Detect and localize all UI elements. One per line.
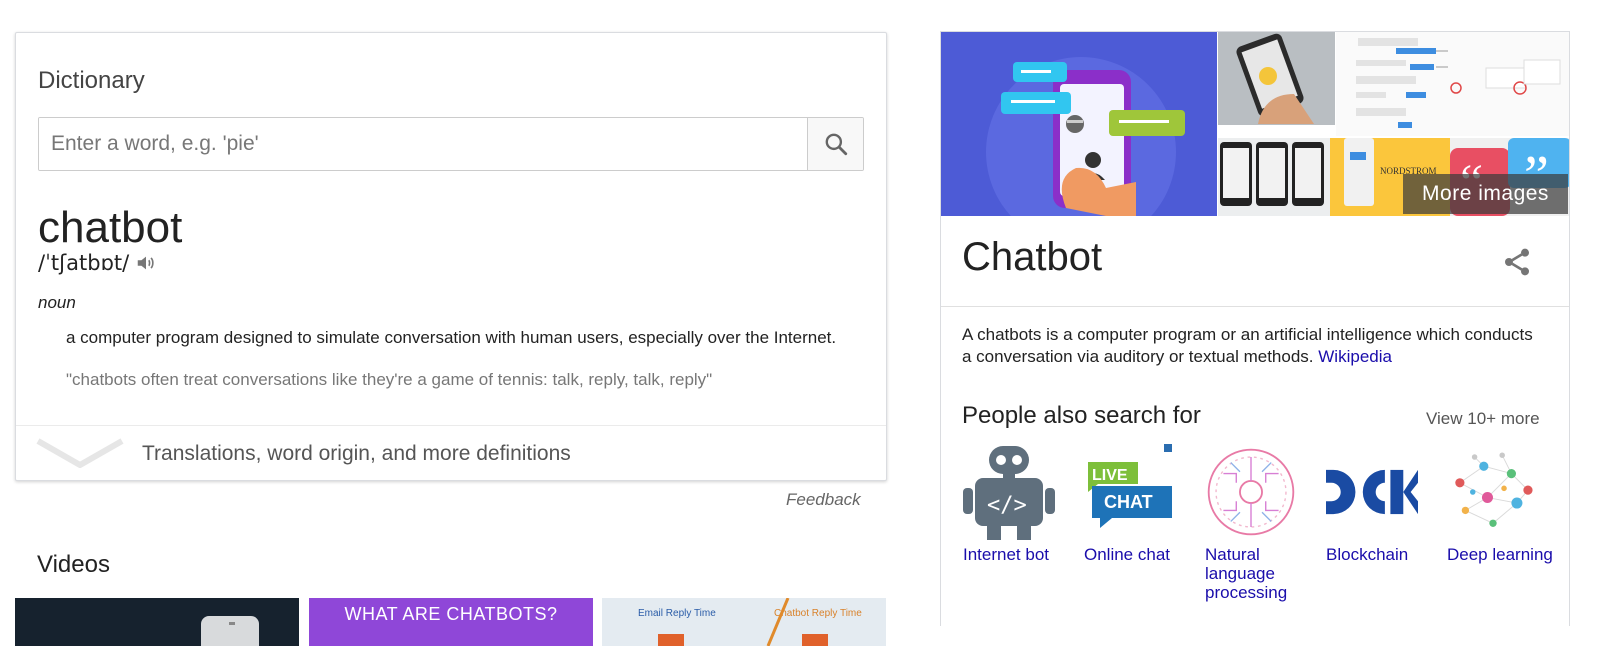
definition-text: a computer program designed to simulate …: [66, 328, 837, 347]
related-entity-online-chat[interactable]: LIVE CHAT Online chat: [1084, 442, 1196, 564]
related-entity-deep-learning[interactable]: Deep learning: [1447, 442, 1559, 564]
share-icon[interactable]: [1501, 246, 1533, 278]
entity-title: Chatbot: [962, 235, 1103, 279]
phone-hand-photo-icon: [1218, 32, 1335, 125]
dictionary-card: Dictionary chatbot /ˈtʃatbɒt/ noun a com…: [15, 32, 887, 481]
phone-screens-image[interactable]: [1218, 138, 1330, 216]
related-entity-label: Online chat: [1084, 545, 1170, 564]
video-thumbnail[interactable]: WHAT ARE CHATBOTS?: [309, 598, 593, 646]
chevron-down-icon: [36, 437, 124, 468]
video-thumbnail[interactable]: Email Reply Time Chatbot Reply Time: [602, 598, 886, 646]
neural-network-icon: [1447, 442, 1539, 542]
flowchart-icon: [1356, 38, 1561, 128]
more-images-button[interactable]: More images: [1403, 174, 1568, 214]
example-sentence: "chatbots often treat conversations like…: [66, 370, 713, 389]
view-more-link[interactable]: View 10+ more: [1426, 409, 1540, 429]
dictionary-word: chatbot: [38, 203, 183, 252]
video-thumbnail[interactable]: [15, 598, 299, 646]
wikipedia-link[interactable]: Wikipedia: [1318, 347, 1392, 366]
nlp-circuit-icon: [1205, 442, 1297, 542]
description-text: A chatbots is a computer program or an a…: [962, 325, 1533, 366]
phone-chat-illustration-icon: [986, 57, 1185, 216]
dictionary-search-input[interactable]: [39, 118, 807, 170]
dictionary-title: Dictionary: [38, 67, 145, 94]
knowledge-panel: NORDSTROM “ ” More images Chatbot A chat…: [940, 31, 1570, 626]
related-entity-label: Blockchain: [1326, 545, 1409, 564]
feedback-link[interactable]: Feedback: [786, 490, 861, 510]
related-entity-label: Natural language processing: [1205, 545, 1288, 602]
comparison-graphic-icon: [658, 598, 828, 646]
svg-text:LIVE: LIVE: [1092, 467, 1128, 484]
phone-thumbnail-icon: [201, 616, 259, 646]
svg-text:CHAT: CHAT: [1104, 492, 1153, 512]
chatbot-main-image[interactable]: [941, 32, 1217, 216]
speaker-icon[interactable]: [135, 252, 157, 274]
dictionary-search-box: [38, 117, 864, 171]
image-strip: NORDSTROM “ ” More images: [941, 32, 1569, 216]
related-entity-nlp[interactable]: Natural language processing: [1205, 442, 1317, 602]
related-entity-label: Deep learning: [1447, 545, 1553, 564]
phone-in-hand-image[interactable]: [1218, 32, 1335, 125]
phone-screens-icon: [1220, 142, 1324, 206]
entity-description: A chatbots is a computer program or an a…: [962, 324, 1542, 368]
people-also-search-title: People also search for: [962, 402, 1201, 429]
chatbot-flowchart-image[interactable]: [1336, 32, 1569, 136]
blockchain-logo-icon: [1326, 442, 1418, 542]
panel-divider: [941, 306, 1569, 307]
video-caption: WHAT ARE CHATBOTS?: [344, 604, 558, 624]
more-definitions-toggle[interactable]: Translations, word origin, and more defi…: [16, 425, 886, 481]
dictionary-search-button[interactable]: [807, 118, 863, 170]
related-entity-blockchain[interactable]: Blockchain: [1326, 442, 1438, 564]
robot-icon: </>: [963, 442, 1055, 542]
related-entity-label: Internet bot: [963, 545, 1050, 564]
phonetic-row: /ˈtʃatbɒt/: [38, 251, 157, 275]
live-chat-icon: LIVE CHAT: [1084, 442, 1176, 542]
part-of-speech: noun: [38, 293, 76, 312]
more-definitions-label: Translations, word origin, and more defi…: [142, 441, 571, 465]
videos-title: Videos: [37, 551, 110, 578]
phonetic-text: /ˈtʃatbɒt/: [38, 251, 130, 275]
search-icon: [825, 133, 847, 156]
related-entity-internet-bot[interactable]: </> Internet bot: [963, 442, 1075, 564]
svg-text:</>: </>: [987, 493, 1027, 518]
